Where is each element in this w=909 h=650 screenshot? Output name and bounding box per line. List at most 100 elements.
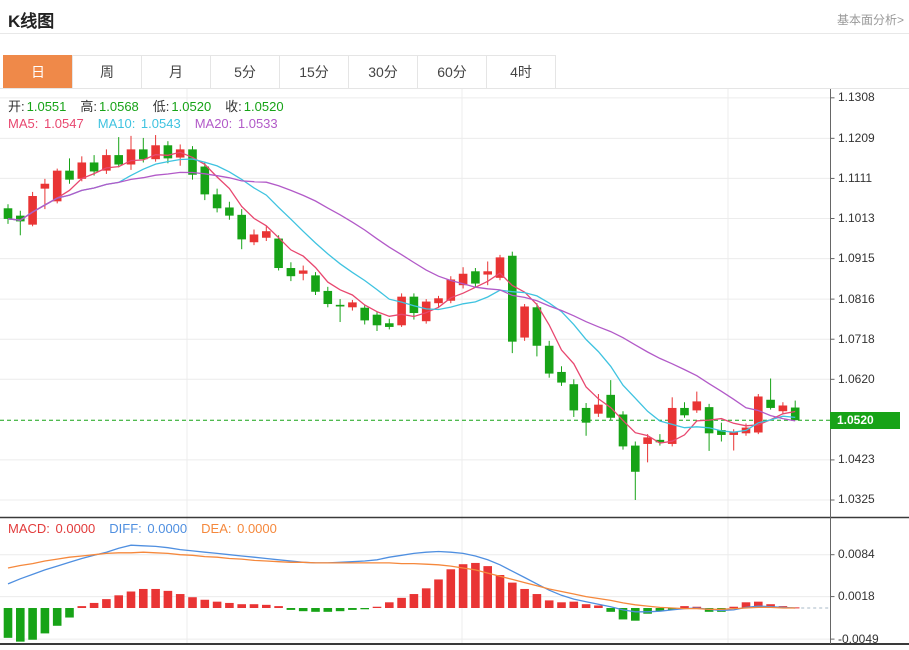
macd-legend-value-2: 0.0000 [237,521,277,536]
tab-4hour[interactable]: 4时 [486,55,556,89]
price-tick-label: 1.0620 [838,372,904,386]
ma-legend-value-0: 1.0547 [44,116,84,131]
macd-bar [28,608,37,640]
price-tick-label: 1.1209 [838,131,904,145]
macd-bar [397,598,406,608]
price-tick-label: 1.1013 [838,211,904,225]
macd-bar [606,608,615,612]
macd-bar [114,595,123,608]
candle-body [114,155,123,164]
header-divider [0,33,909,34]
macd-bar [151,589,160,608]
macd-bar [385,602,394,608]
candle-body [90,162,99,171]
candle-body [41,184,50,189]
candle-body [336,305,345,307]
macd-legend-value-0: 0.0000 [56,521,96,536]
price-tick-label: 1.0915 [838,251,904,265]
candle-body [287,268,296,276]
candle-body [151,145,160,159]
tab-15min[interactable]: 15分 [279,55,349,89]
candle-body [533,307,542,345]
macd-bar [582,604,591,608]
candle-body [606,395,615,418]
ma-legend-label-2: MA20: [195,116,236,131]
page-title: K线图 [8,7,54,32]
macd-legend: MACD: 0.0000DIFF: 0.0000DEA: 0.0000 [8,521,291,536]
candle-body [594,405,603,414]
macd-bar [348,608,357,610]
fundamental-analysis-link[interactable]: 基本面分析> [837,11,904,28]
candle-body [324,291,333,304]
low-label: 低: [153,99,170,114]
macd-bar [533,594,542,608]
price-tick-label: 1.0718 [838,332,904,346]
candle-body [570,384,579,410]
kline-widget: K线图 基本面分析> 日周月5分15分30分60分4时 开:1.0551高:1.… [0,0,909,650]
macd-bar [410,594,419,608]
ma-legend-label-0: MA5: [8,116,42,131]
macd-bar [570,602,579,608]
macd-bar [102,599,111,608]
candle-body [360,308,369,321]
candle-body [471,271,480,283]
macd-bar [520,589,529,608]
price-tick-label: 1.0325 [838,492,904,506]
tab-week[interactable]: 周 [72,55,142,89]
low-value: 1.0520 [171,99,211,114]
tab-5min[interactable]: 5分 [210,55,280,89]
price-tick-label: 1.1308 [838,90,904,104]
close-label: 收: [225,99,242,114]
tab-month[interactable]: 月 [141,55,211,89]
macd-bar [680,606,689,608]
candle-body [557,372,566,383]
candle-body [250,234,259,242]
macd-bar [299,608,308,611]
macd-bar [643,608,652,614]
candle-body [693,401,702,410]
macd-bar [459,564,468,608]
macd-bar [274,606,283,608]
candle-body [483,271,492,274]
macd-bar [201,600,210,608]
macd-bar [176,594,185,608]
tabbar-underline [0,88,909,89]
candle-body [520,306,529,337]
candle-body [164,145,173,158]
macd-bar [594,605,603,608]
macd-bar [508,583,517,608]
macd-bar [78,606,87,608]
candle-body [779,405,788,411]
macd-bar [188,597,197,608]
candle-body [225,207,234,215]
macd-bar [139,589,148,608]
macd-bar [65,608,74,618]
candle-body [668,408,677,444]
candle-body [4,208,13,219]
macd-tick-label: 0.0018 [838,589,904,603]
tab-60min[interactable]: 60分 [417,55,487,89]
candle-body [754,396,763,432]
macd-bar [250,604,259,608]
ma-legend-value-1: 1.0543 [141,116,181,131]
macd-bar [434,579,443,608]
candle-body [213,194,222,208]
macd-bar [53,608,62,626]
candle-body [680,408,689,415]
candle-body [78,162,87,178]
tab-day[interactable]: 日 [3,55,73,89]
tab-30min[interactable]: 30分 [348,55,418,89]
macd-bar [324,608,333,612]
price-tick-label: 1.1111 [838,171,904,185]
candle-body [348,302,357,307]
macd-bar [373,607,382,608]
candle-body [582,408,591,423]
candle-body [188,149,197,174]
macd-legend-value-1: 0.0000 [147,521,187,536]
candle-body [619,414,628,446]
ma-legend-value-2: 1.0533 [238,116,278,131]
macd-tick-label: -0.0049 [838,632,904,646]
macd-bar [90,603,99,608]
macd-bar [496,575,505,608]
candle-body [791,408,800,421]
